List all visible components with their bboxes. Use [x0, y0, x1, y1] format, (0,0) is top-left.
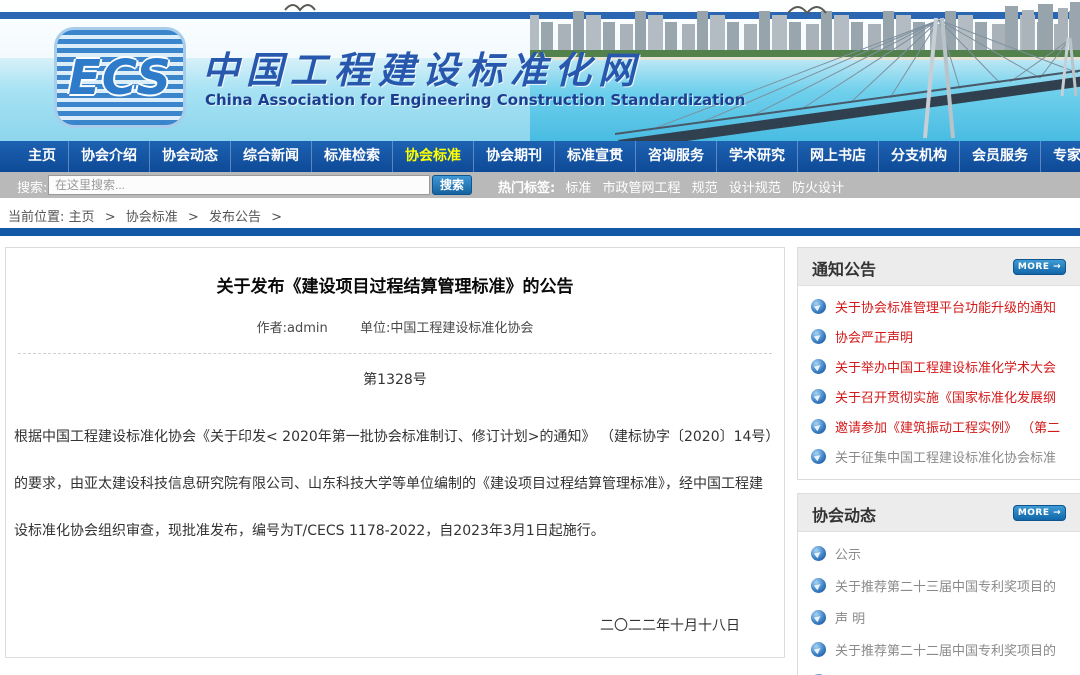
nav-item-about[interactable]: 协会介绍 [68, 141, 149, 172]
dashed-divider [18, 353, 772, 354]
hot-tags: 热门标签: 标准 市政管网工程 规范 设计规范 防火设计 [498, 177, 851, 196]
breadcrumb-association-standards[interactable]: 协会标准 [126, 210, 178, 225]
globe-arrow-icon [811, 449, 826, 464]
article-unit: 单位:中国工程建设标准化协会 [360, 321, 533, 336]
breadcrumb-home[interactable]: 主页 [69, 210, 95, 225]
breadcrumb-separator: > [271, 210, 282, 225]
association-news-more-button[interactable]: MORE → [1013, 505, 1066, 521]
hot-tags-label: 热门标签: [498, 181, 555, 196]
nav-item-branches[interactable]: 分支机构 [878, 141, 959, 172]
site-subtitle: China Association for Engineering Constr… [205, 91, 745, 109]
ecs-logo: ECS [54, 27, 186, 128]
globe-arrow-icon [811, 329, 826, 344]
list-item[interactable]: 关于征集中国工程建设标准化协会标准 [798, 441, 1080, 471]
association-news-title: 协会动态 [812, 502, 876, 526]
globe-arrow-icon [811, 642, 826, 657]
nav-item-membership[interactable]: 会员服务 [959, 141, 1040, 172]
association-news-panel: 协会动态 MORE → 公示 关于推荐第二十三届中国专利奖项目的 声 明 关于推… [797, 493, 1080, 675]
nav-item-bookstore[interactable]: 网上书店 [797, 141, 878, 172]
association-news-list: 公示 关于推荐第二十三届中国专利奖项目的 声 明 关于推荐第二十二届中国专利奖项… [798, 532, 1080, 675]
nav-item-standard-promotion[interactable]: 标准宣贯 [554, 141, 635, 172]
nav-item-journal[interactable]: 协会期刊 [473, 141, 554, 172]
ecs-logo-text: ECS [68, 50, 172, 106]
hot-tag[interactable]: 市政管网工程 [603, 181, 681, 196]
breadcrumb-label: 当前位置: [8, 210, 64, 225]
search-input[interactable] [48, 175, 430, 195]
nav-item-academic-research[interactable]: 学术研究 [716, 141, 797, 172]
association-news-header: 协会动态 MORE → [798, 494, 1080, 532]
nav-item-general-news[interactable]: 综合新闻 [230, 141, 311, 172]
notice-more-button[interactable]: MORE → [1013, 259, 1066, 275]
hot-tag[interactable]: 设计规范 [729, 181, 781, 196]
list-item[interactable]: 公示 [798, 537, 1080, 569]
globe-arrow-icon [811, 419, 826, 434]
notice-panel-title: 通知公告 [812, 256, 876, 280]
notice-panel: 通知公告 MORE → 关于协会标准管理平台功能升级的通知 协会严正声明 关于举… [797, 247, 1080, 480]
globe-arrow-icon [811, 610, 826, 625]
article-panel: 关于发布《建设项目过程结算管理标准》的公告 作者:admin 单位:中国工程建设… [5, 247, 785, 658]
list-item[interactable]: 邀请参加《建筑振动工程实例》 （第二 [798, 411, 1080, 441]
site-banner: ECS 中国工程建设标准化网 China Association for Eng… [0, 0, 1080, 141]
breadcrumb: 当前位置: 主页 > 协会标准 > 发布公告 > [8, 206, 288, 225]
article-author: 作者:admin [257, 321, 328, 336]
globe-arrow-icon [811, 578, 826, 593]
blue-divider-bar [0, 228, 1080, 236]
nav-item-experts[interactable]: 专家库 [1040, 141, 1080, 172]
globe-arrow-icon [811, 389, 826, 404]
globe-arrow-icon [811, 359, 826, 374]
nav-item-standard-search[interactable]: 标准检索 [311, 141, 392, 172]
notice-list: 关于协会标准管理平台功能升级的通知 协会严正声明 关于举办中国工程建设标准化学术… [798, 286, 1080, 471]
search-label: 搜索: [17, 177, 47, 196]
article-meta: 作者:admin 单位:中国工程建设标准化协会 [6, 317, 784, 336]
list-item[interactable]: 关于推荐第二十三届中国专利奖项目的 [798, 569, 1080, 601]
list-item[interactable]: 建筑工程给排水与消防管理培训班（预 [798, 665, 1080, 675]
nav-item-consulting[interactable]: 咨询服务 [635, 141, 716, 172]
notice-panel-header: 通知公告 MORE → [798, 248, 1080, 286]
nav-item-home[interactable]: 主页 [16, 141, 68, 172]
search-button[interactable]: 搜索 [432, 175, 472, 195]
breadcrumb-announcements[interactable]: 发布公告 [209, 210, 261, 225]
main-nav: 主页 协会介绍 协会动态 综合新闻 标准检索 协会标准 协会期刊 标准宣贯 咨询… [0, 141, 1080, 172]
article-title: 关于发布《建设项目过程结算管理标准》的公告 [6, 272, 784, 297]
list-item[interactable]: 声 明 [798, 601, 1080, 633]
list-item[interactable]: 关于召开贯彻实施《国家标准化发展纲 [798, 381, 1080, 411]
breadcrumb-separator: > [105, 210, 116, 225]
list-item[interactable]: 关于协会标准管理平台功能升级的通知 [798, 291, 1080, 321]
breadcrumb-separator: > [188, 210, 199, 225]
site-title: 中国工程建设标准化网 [202, 40, 642, 94]
nav-item-association-news[interactable]: 协会动态 [149, 141, 230, 172]
globe-arrow-icon [811, 299, 826, 314]
hot-tag[interactable]: 规范 [692, 181, 718, 196]
list-item[interactable]: 关于举办中国工程建设标准化学术大会 [798, 351, 1080, 381]
search-bar: 搜索: 搜索 热门标签: 标准 市政管网工程 规范 设计规范 防火设计 [0, 172, 1080, 198]
nav-item-association-standards[interactable]: 协会标准 [392, 141, 473, 172]
hot-tag[interactable]: 标准 [565, 181, 591, 196]
list-item[interactable]: 关于推荐第二十二届中国专利奖项目的 [798, 633, 1080, 665]
article-body: 根据中国工程建设标准化协会《关于印发< 2020年第一批协会标准制订、修订计划>… [14, 414, 774, 555]
hot-tag[interactable]: 防火设计 [792, 181, 844, 196]
globe-arrow-icon [811, 546, 826, 561]
list-item[interactable]: 协会严正声明 [798, 321, 1080, 351]
article-doc-number: 第1328号 [6, 369, 784, 389]
article-date: 二〇二二年十月十八日 [6, 615, 784, 635]
